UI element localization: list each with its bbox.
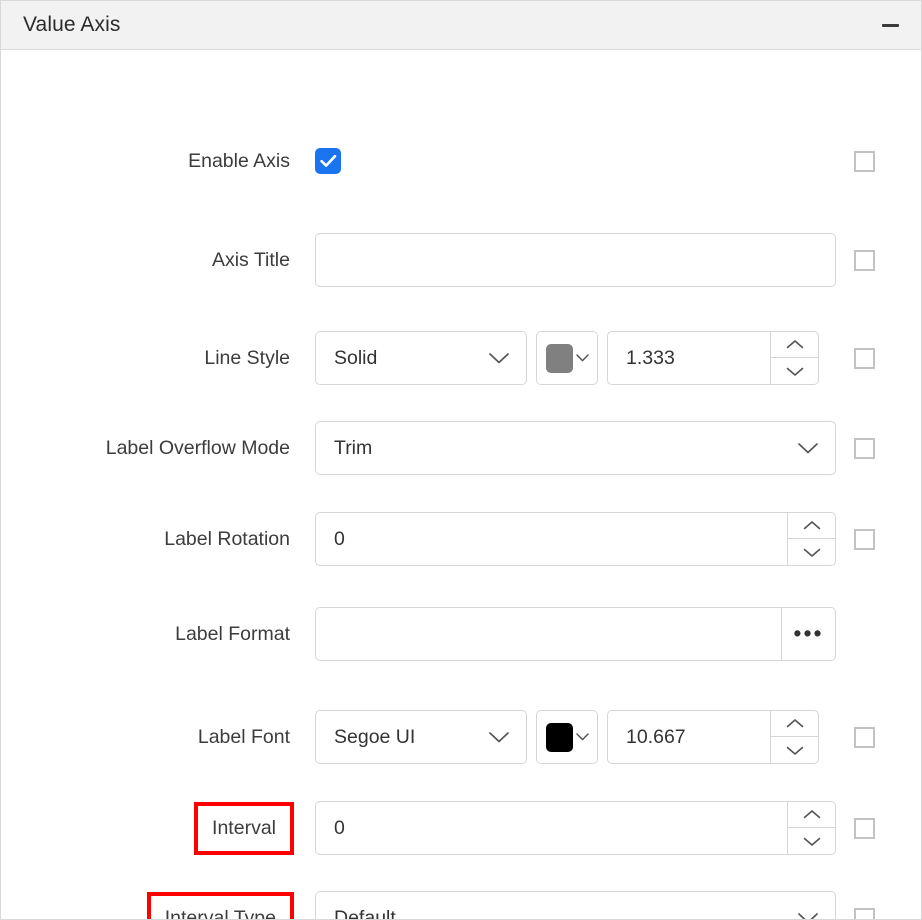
spinner-decrement-button[interactable] — [788, 539, 835, 565]
label-format-input[interactable]: ••• — [315, 607, 836, 661]
label-font-color-picker[interactable] — [536, 710, 598, 764]
row-line-style: Line Style Solid 1.333 — [1, 331, 921, 385]
label-overflow-mode-revert-checkbox[interactable] — [854, 437, 875, 459]
line-width-spinner[interactable]: 1.333 — [607, 331, 819, 385]
chevron-down-icon — [575, 353, 590, 363]
axis-title-input[interactable] — [315, 233, 836, 287]
control-label-format: ••• — [315, 607, 836, 661]
spinner-decrement-button[interactable] — [771, 737, 818, 763]
label-font-revert-checkbox[interactable] — [854, 726, 875, 748]
label-rotation-revert-checkbox[interactable] — [854, 528, 875, 550]
label-overflow-mode-dropdown[interactable]: Trim — [315, 421, 836, 475]
control-axis-title — [315, 233, 836, 287]
chevron-down-icon — [488, 731, 510, 744]
minus-icon — [881, 23, 899, 27]
line-color-picker[interactable] — [536, 331, 598, 385]
color-swatch — [546, 722, 573, 752]
row-axis-title: Axis Title — [1, 233, 921, 287]
enable-axis-revert-checkbox[interactable] — [854, 150, 875, 172]
label-font-size-spinner[interactable]: 10.667 — [607, 710, 819, 764]
chevron-down-icon — [575, 732, 590, 742]
control-label-overflow-mode: Trim — [315, 421, 836, 475]
control-enable-axis — [315, 148, 341, 174]
label-interval-type: Interval Type — [1, 891, 294, 919]
chevron-down-icon — [797, 442, 819, 455]
line-style-dropdown[interactable]: Solid — [315, 331, 527, 385]
label-label-font: Label Font — [197, 725, 290, 748]
chevron-down-icon — [488, 352, 510, 365]
spinner-increment-button[interactable] — [771, 711, 818, 737]
interval-type-revert-checkbox[interactable] — [854, 907, 875, 919]
page-title: Value Axis — [23, 13, 121, 36]
row-label-overflow-mode: Label Overflow Mode Trim — [1, 421, 921, 475]
spinner-buttons — [770, 332, 818, 384]
collapse-panel-button[interactable] — [875, 10, 905, 40]
control-line-style: Solid 1.333 — [315, 331, 819, 385]
spinner-buttons — [770, 711, 818, 763]
spinner-increment-button[interactable] — [771, 332, 818, 358]
panel-header: Value Axis — [1, 1, 921, 50]
color-swatch — [546, 343, 573, 373]
value-axis-panel: Value Axis Enable Axis Axis Title Line S… — [0, 0, 922, 920]
enable-axis-checkbox[interactable] — [315, 148, 341, 174]
spinner-decrement-button[interactable] — [771, 358, 818, 384]
spinner-decrement-button[interactable] — [788, 828, 835, 854]
ellipsis-icon: ••• — [793, 620, 824, 647]
label-enable-axis: Enable Axis — [188, 149, 290, 172]
interval-type-dropdown[interactable]: Default — [315, 891, 836, 919]
row-interval: Interval 0 — [1, 801, 921, 855]
label-format-more-button[interactable]: ••• — [781, 608, 835, 660]
row-label-format: Label Format ••• — [1, 607, 921, 661]
label-interval: Interval — [1, 801, 294, 855]
interval-spinner[interactable]: 0 — [315, 801, 836, 855]
line-style-revert-checkbox[interactable] — [854, 347, 875, 369]
control-interval-type: Default — [315, 891, 836, 919]
row-label-rotation: Label Rotation 0 — [1, 512, 921, 566]
spinner-increment-button[interactable] — [788, 513, 835, 539]
label-line-style: Line Style — [204, 346, 290, 369]
interval-revert-checkbox[interactable] — [854, 817, 875, 839]
label-font-family-dropdown[interactable]: Segoe UI — [315, 710, 527, 764]
label-axis-title: Axis Title — [211, 248, 290, 271]
row-label-font: Label Font Segoe UI 10.667 — [1, 710, 921, 764]
row-interval-type: Interval Type Default — [1, 891, 921, 919]
control-interval: 0 — [315, 801, 836, 855]
label-label-overflow-mode: Label Overflow Mode — [105, 436, 290, 459]
control-label-font: Segoe UI 10.667 — [315, 710, 819, 764]
control-label-rotation: 0 — [315, 512, 836, 566]
chevron-down-icon — [797, 912, 819, 919]
axis-title-revert-checkbox[interactable] — [854, 249, 875, 271]
label-rotation-spinner[interactable]: 0 — [315, 512, 836, 566]
spinner-increment-button[interactable] — [788, 802, 835, 828]
label-label-rotation: Label Rotation — [164, 527, 290, 550]
spinner-buttons — [787, 802, 835, 854]
spinner-buttons — [787, 513, 835, 565]
row-enable-axis: Enable Axis — [1, 134, 921, 188]
label-label-format: Label Format — [175, 622, 290, 645]
check-icon — [319, 154, 336, 167]
